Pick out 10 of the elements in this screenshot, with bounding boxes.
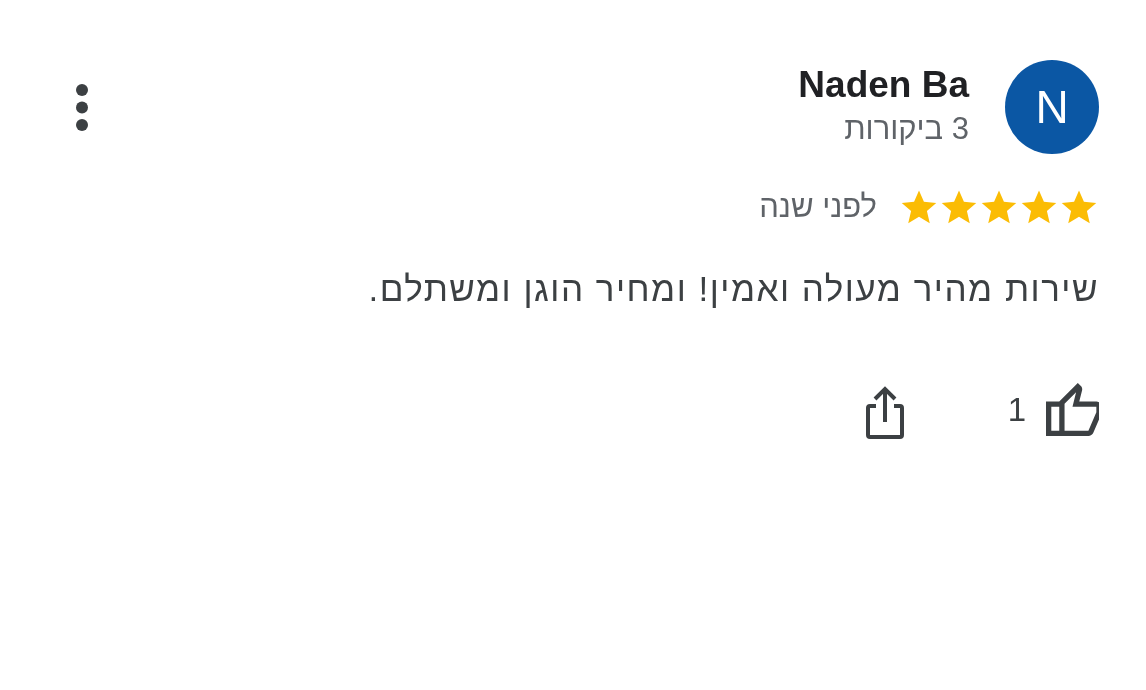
review-time: לפני שנה bbox=[759, 188, 877, 226]
avatar: N bbox=[1005, 60, 1099, 154]
review-count: 3 ביקורות bbox=[844, 110, 969, 148]
review-text: שירות מהיר מעולה ואמין! ומחיר הוגן ומשתלם. bbox=[367, 268, 1099, 310]
more-vertical-icon bbox=[76, 83, 88, 131]
thumbs-up-icon bbox=[1046, 382, 1099, 436]
share-icon bbox=[864, 386, 905, 440]
reviewer-name[interactable]: Naden Ba bbox=[798, 63, 969, 107]
like-button[interactable]: 1 bbox=[1007, 382, 1099, 436]
share-button[interactable] bbox=[864, 386, 905, 440]
